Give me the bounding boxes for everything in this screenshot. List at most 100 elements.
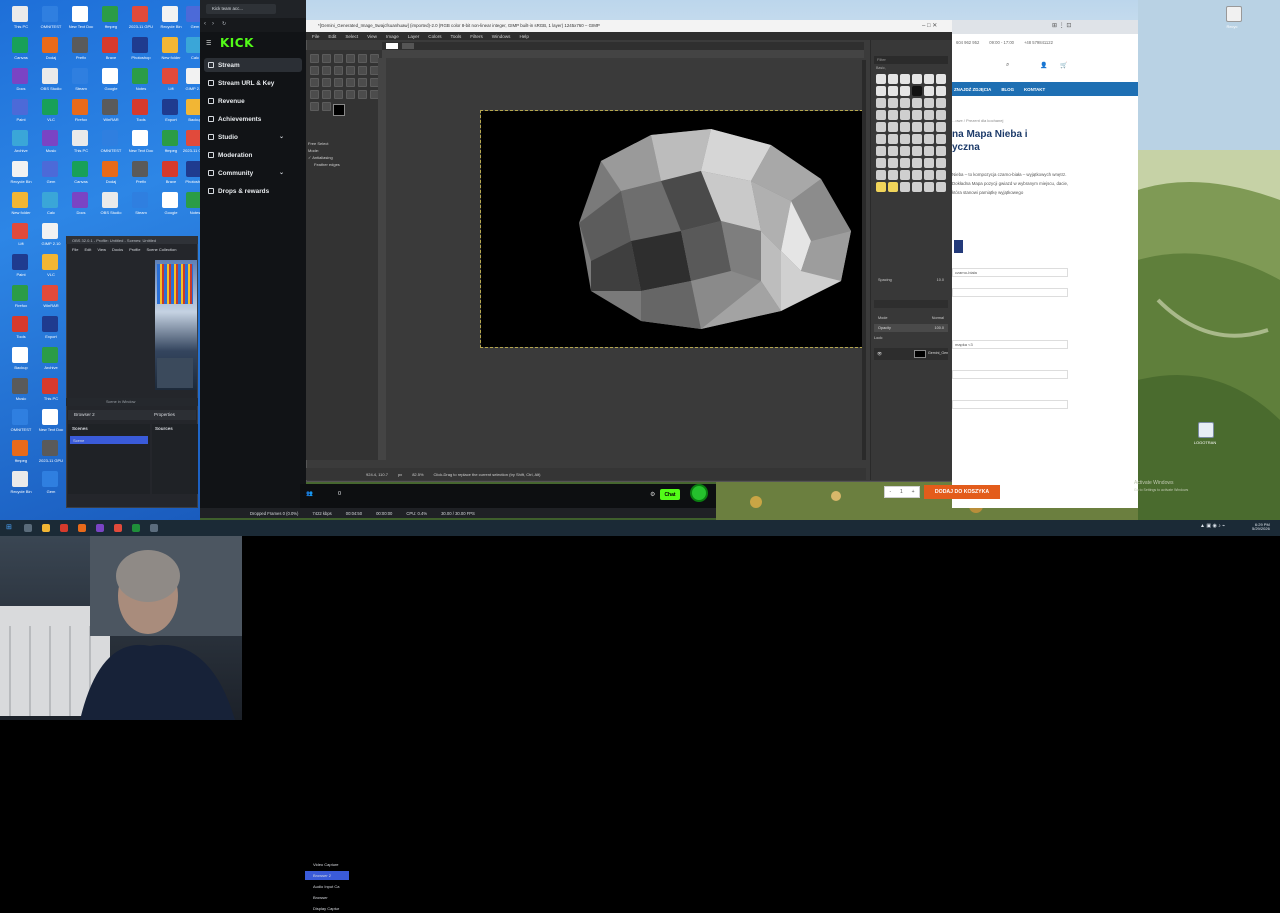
desktop-app-icon[interactable] [132, 99, 148, 115]
brush-preset[interactable] [888, 170, 898, 180]
properties-button[interactable]: Properties [154, 412, 175, 417]
desktop-app-icon[interactable] [42, 130, 58, 146]
obs-menu-item[interactable]: Profile [129, 247, 140, 252]
desktop-app-icon[interactable] [72, 161, 88, 177]
gimp-tool-icon[interactable] [322, 102, 331, 111]
desktop-app-icon[interactable] [72, 37, 88, 53]
desktop-app-icon[interactable] [102, 161, 118, 177]
brush-preset[interactable] [912, 110, 922, 120]
desktop-app-icon[interactable] [102, 130, 118, 146]
desktop-app-icon[interactable] [162, 6, 178, 22]
brush-preset[interactable] [912, 170, 922, 180]
obs-source-item[interactable]: Browser [305, 893, 349, 902]
desktop-app-icon[interactable] [42, 409, 58, 425]
gimp-tool-icon[interactable] [346, 66, 355, 75]
desktop-app-icon[interactable] [132, 37, 148, 53]
desktop-app-icon[interactable] [42, 471, 58, 487]
cart-icon[interactable]: 🛒 [1060, 62, 1067, 69]
gimp-tool-icon[interactable] [310, 102, 319, 111]
desktop-app-icon[interactable] [12, 192, 28, 208]
brush-preset[interactable] [936, 98, 946, 108]
taskbar-app-icon[interactable] [132, 524, 140, 532]
taskbar-app-icon[interactable] [150, 524, 158, 532]
desktop-app-icon[interactable] [42, 99, 58, 115]
desktop-app-icon[interactable] [42, 223, 58, 239]
desktop-app-icon[interactable] [12, 37, 28, 53]
window-controls[interactable]: – □ ✕ [922, 22, 937, 29]
brush-filter-input[interactable]: Filter [874, 56, 948, 64]
obs-menu-item[interactable]: File [72, 247, 78, 252]
desktop-app-icon[interactable] [12, 254, 28, 270]
layer-opacity[interactable]: Opacity 100.0 [874, 324, 948, 332]
desktop-app-icon[interactable] [102, 192, 118, 208]
vertical-scrollbar[interactable] [862, 60, 866, 460]
gimp-menu-item[interactable]: Windows [492, 34, 511, 39]
desktop-app-icon[interactable] [162, 192, 178, 208]
brush-preset[interactable] [888, 134, 898, 144]
gimp-menu-item[interactable]: Tools [451, 34, 462, 39]
image-tab-thumbnail[interactable] [386, 43, 398, 49]
brush-preset[interactable] [888, 182, 898, 192]
brush-preset[interactable] [888, 86, 898, 96]
text-field-3[interactable] [952, 400, 1068, 409]
gimp-tool-icon[interactable] [358, 54, 367, 63]
gimp-tool-icon[interactable] [334, 66, 343, 75]
desktop-app-icon[interactable] [132, 68, 148, 84]
quantity-stepper[interactable]: - 1 + [884, 486, 920, 498]
desktop-app-icon[interactable] [12, 285, 28, 301]
kick-nav-item[interactable]: Studio ⌄ [204, 130, 302, 144]
text-field-2[interactable] [952, 370, 1068, 379]
desktop-app-icon[interactable] [162, 68, 178, 84]
gimp-menu-item[interactable]: Help [519, 34, 528, 39]
reload-icon[interactable]: ↻ [222, 21, 226, 27]
layer-visibility-eye-icon[interactable]: 👁 [877, 351, 882, 356]
obs-menu-item[interactable]: View [97, 247, 106, 252]
desktop-app-icon[interactable] [72, 130, 88, 146]
gimp-tool-icon[interactable] [310, 66, 319, 75]
layer-lock[interactable]: Lock: [874, 336, 883, 340]
gimp-menu-item[interactable]: Colors [428, 34, 441, 39]
scene-item-selected[interactable]: Scene [70, 436, 148, 444]
gimp-tool-icon[interactable] [358, 90, 367, 99]
brush-preset[interactable] [936, 74, 946, 84]
desktop-app-icon[interactable] [12, 440, 28, 456]
gimp-tool-icon[interactable] [346, 90, 355, 99]
desktop-app-icon[interactable] [12, 99, 28, 115]
obs-source-item[interactable]: Browser 2 [305, 871, 349, 880]
kick-nav-item[interactable]: Achievements [204, 112, 302, 126]
kick-tab-title[interactable]: Kick team acc... [212, 6, 243, 11]
brush-preset[interactable] [876, 182, 886, 192]
gimp-tool-icon[interactable] [358, 78, 367, 87]
brush-preset[interactable] [924, 122, 934, 132]
brush-preset[interactable] [900, 170, 910, 180]
obs-menu-item[interactable]: Docks [112, 247, 123, 252]
obs-source-item[interactable]: Audio Input Ca [305, 882, 349, 891]
desktop-app-icon[interactable] [12, 316, 28, 332]
desktop-app-icon[interactable] [102, 68, 118, 84]
kick-address-bar[interactable]: ‹ › ↻ [200, 18, 306, 32]
brush-preset[interactable] [924, 170, 934, 180]
taskbar-app-icon[interactable] [60, 524, 68, 532]
gimp-menu-item[interactable]: Edit [328, 34, 336, 39]
obs-source-item[interactable]: Display Captur [305, 904, 349, 913]
option-select-2[interactable] [952, 288, 1068, 297]
gimp-menu-item[interactable]: Image [386, 34, 399, 39]
brush-preset[interactable] [924, 134, 934, 144]
brush-preset[interactable] [888, 158, 898, 168]
kick-nav-item[interactable]: Stream [204, 58, 302, 72]
search-icon[interactable]: ⌕ [1006, 62, 1009, 69]
personal-text-field[interactable]: mapka <3 [952, 340, 1068, 349]
desktop-app-icon[interactable] [12, 378, 28, 394]
unit-select[interactable]: px [398, 472, 402, 477]
desktop-app-icon[interactable] [42, 347, 58, 363]
settings-gear-icon[interactable]: ⚙ [650, 491, 655, 498]
taskbar-app-icon[interactable] [78, 524, 86, 532]
brush-preset[interactable] [912, 158, 922, 168]
desktop-app-icon[interactable] [162, 161, 178, 177]
zoom-level[interactable]: 82.5% [412, 472, 423, 477]
desktop-app-icon[interactable] [102, 37, 118, 53]
nav-prefix[interactable]: ZNAJDŹ ZDJĘCIA [954, 87, 991, 92]
desktop-app-icon[interactable] [162, 37, 178, 53]
desktop-app-icon[interactable] [12, 223, 28, 239]
desktop-app-icon[interactable] [42, 192, 58, 208]
